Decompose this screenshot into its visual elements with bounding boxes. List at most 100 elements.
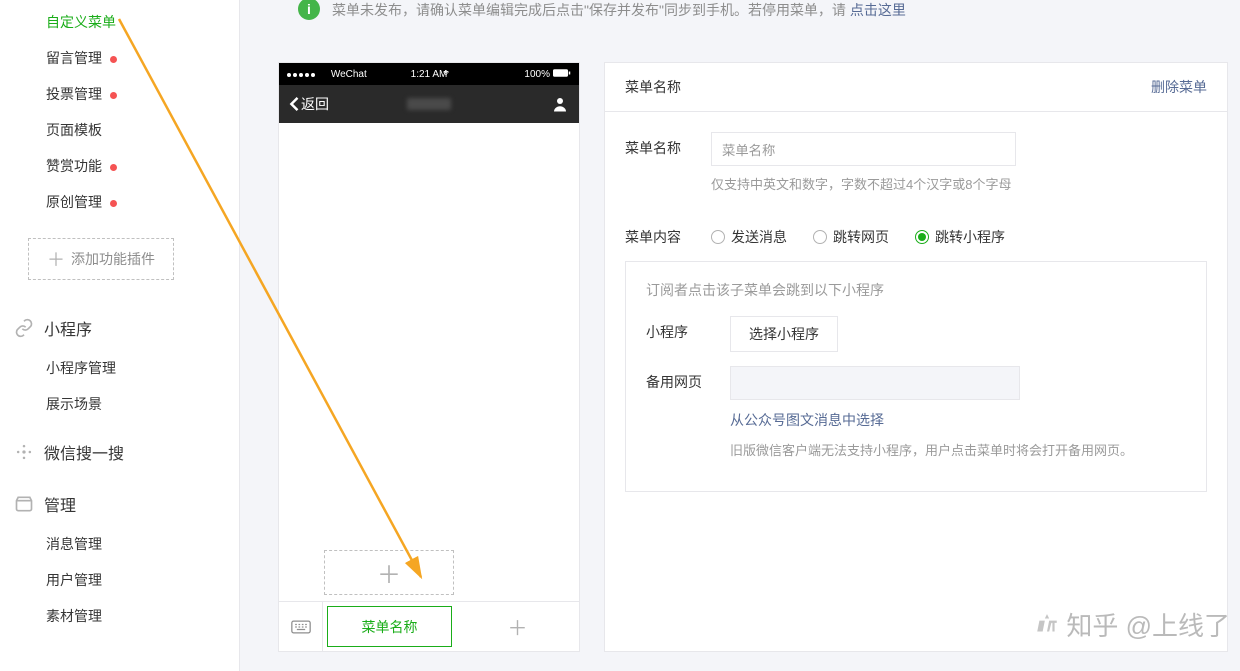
- radio-label: 跳转小程序: [935, 227, 1005, 247]
- radio-label: 发送消息: [731, 227, 787, 247]
- backup-url-input[interactable]: [730, 366, 1020, 400]
- sidebar-item-label: 消息管理: [46, 536, 102, 552]
- sidebar-item-mp-mgmt[interactable]: 小程序管理: [0, 350, 239, 386]
- sidebar-item-original[interactable]: 原创管理: [0, 184, 239, 220]
- menu-name-hint: 仅支持中英文和数字，字数不超过4个汉字或8个字母: [711, 174, 1207, 193]
- phone-preview: WeChat 1:21 AM 100% 返回: [278, 62, 580, 652]
- radio-send-message[interactable]: 发送消息: [711, 227, 787, 247]
- battery-label: 100%: [524, 69, 550, 80]
- keyboard-icon: [291, 619, 311, 635]
- back-label: 返回: [301, 94, 329, 114]
- profile-icon[interactable]: [551, 95, 569, 113]
- plus-icon: ＋: [47, 246, 65, 272]
- sidebar: 自定义菜单 留言管理 投票管理 页面模板 赞赏功能 原创管理 ＋ 添加功能插件 …: [0, 0, 240, 671]
- add-plugin-button[interactable]: ＋ 添加功能插件: [28, 238, 174, 280]
- panel-head: 菜单名称 删除菜单: [605, 63, 1227, 112]
- red-dot-icon: [110, 56, 117, 63]
- signal-icon: [287, 69, 317, 80]
- radio-label: 跳转网页: [833, 227, 889, 247]
- sidebar-item-label: 留言管理: [46, 50, 102, 66]
- radio-icon: [915, 230, 929, 244]
- menu-slot-1[interactable]: 菜单名称: [327, 606, 452, 647]
- choose-from-articles-link[interactable]: 从公众号图文消息中选择: [730, 410, 884, 430]
- red-dot-icon: [110, 200, 117, 207]
- time-label: 1:21 AM: [411, 69, 448, 80]
- row-choose-mp: 小程序 选择小程序: [646, 316, 1186, 352]
- sidebar-item-label: 页面模板: [46, 122, 102, 138]
- section-wesearch[interactable]: 微信搜一搜: [0, 422, 239, 474]
- old-client-note: 旧版微信客户端无法支持小程序，用户点击菜单时将会打开备用网页。: [730, 440, 1133, 459]
- info-icon: i: [298, 0, 320, 20]
- sidebar-item-label: 原创管理: [46, 194, 102, 210]
- radio-jump-web[interactable]: 跳转网页: [813, 227, 889, 247]
- delete-menu-button[interactable]: 删除菜单: [1151, 77, 1207, 97]
- sidebar-item-label: 用户管理: [46, 572, 102, 588]
- keyboard-toggle[interactable]: [279, 602, 323, 651]
- panel-title: 菜单名称: [625, 77, 681, 97]
- row-menu-name: 菜单名称 仅支持中英文和数字，字数不超过4个汉字或8个字母: [625, 132, 1207, 193]
- sidebar-item-reward[interactable]: 赞赏功能: [0, 148, 239, 184]
- sidebar-item-label: 投票管理: [46, 86, 102, 102]
- phone-menubar: 菜单名称 ＋: [279, 601, 579, 651]
- menu-slot-label: 菜单名称: [362, 617, 418, 637]
- row-backup-url: 备用网页 从公众号图文消息中选择 旧版微信客户端无法支持小程序，用户点击菜单时将…: [646, 366, 1186, 459]
- phone-title-blur: [407, 98, 451, 110]
- mp-desc: 订阅者点击该子菜单会跳到以下小程序: [646, 280, 1186, 300]
- back-button[interactable]: 返回: [289, 94, 329, 114]
- sidebar-item-message-mgmt[interactable]: 留言管理: [0, 40, 239, 76]
- main-area: i 菜单未发布，请确认菜单编辑完成后点击"保存并发布"同步到手机。若停用菜单，请…: [240, 0, 1240, 671]
- sidebar-item-user-mgmt[interactable]: 用户管理: [0, 562, 239, 598]
- radio-icon: [711, 230, 725, 244]
- sidebar-item-material-mgmt[interactable]: 素材管理: [0, 598, 239, 634]
- sidebar-item-label: 赞赏功能: [46, 158, 102, 174]
- section-title: 小程序: [44, 316, 92, 340]
- add-submenu-button[interactable]: ＋: [324, 550, 454, 595]
- config-panel: 菜单名称 删除菜单 菜单名称 仅支持中英文和数字，字数不超过4个汉字或8个字母 …: [604, 62, 1228, 652]
- link-icon: [14, 318, 34, 338]
- workspace: WeChat 1:21 AM 100% 返回: [278, 62, 1240, 652]
- sidebar-item-label: 素材管理: [46, 608, 102, 624]
- radio-jump-miniprogram[interactable]: 跳转小程序: [915, 227, 1005, 247]
- sidebar-item-vote-mgmt[interactable]: 投票管理: [0, 76, 239, 112]
- panel-body: 菜单名称 仅支持中英文和数字，字数不超过4个汉字或8个字母 菜单内容 发送消息: [605, 112, 1227, 522]
- inbox-icon: [14, 494, 34, 514]
- plus-icon: ＋: [377, 555, 401, 590]
- radio-icon: [813, 230, 827, 244]
- phone-statusbar: WeChat 1:21 AM 100%: [279, 63, 579, 85]
- sidebar-item-label: 展示场景: [46, 396, 102, 412]
- chevron-left-icon: [289, 97, 299, 111]
- sidebar-item-label: 小程序管理: [46, 360, 116, 376]
- sidebar-item-msg-mgmt[interactable]: 消息管理: [0, 526, 239, 562]
- phone-body: [279, 123, 579, 601]
- sidebar-item-mp-scene[interactable]: 展示场景: [0, 386, 239, 422]
- sparkle-icon: [14, 442, 34, 462]
- battery-icon: [553, 69, 571, 80]
- section-manage[interactable]: 管理: [0, 474, 239, 526]
- carrier-label: WeChat: [331, 69, 367, 80]
- choose-miniprogram-button[interactable]: 选择小程序: [730, 316, 838, 352]
- notice-bar: i 菜单未发布，请确认菜单编辑完成后点击"保存并发布"同步到手机。若停用菜单，请…: [278, 0, 1240, 32]
- sidebar-item-label: 自定义菜单: [46, 14, 116, 30]
- notice-text: 菜单未发布，请确认菜单编辑完成后点击"保存并发布"同步到手机。若停用菜单，请 点…: [332, 0, 906, 20]
- notice-prefix: 菜单未发布，请确认菜单编辑完成后点击"保存并发布"同步到手机。若停用菜单，请: [332, 2, 846, 18]
- row-menu-content: 菜单内容 发送消息 跳转网页: [625, 221, 1207, 247]
- notice-link[interactable]: 点击这里: [850, 2, 906, 18]
- menu-slot-add[interactable]: ＋: [456, 602, 579, 651]
- plus-icon: ＋: [508, 612, 528, 641]
- add-plugin-label: 添加功能插件: [71, 249, 155, 269]
- miniprogram-config-box: 订阅者点击该子菜单会跳到以下小程序 小程序 选择小程序 备用网页 从公众号图文消…: [625, 261, 1207, 492]
- phone-navbar: 返回: [279, 85, 579, 123]
- section-title: 微信搜一搜: [44, 440, 124, 464]
- backup-label: 备用网页: [646, 366, 730, 392]
- mp-label: 小程序: [646, 316, 730, 342]
- menu-name-input[interactable]: [711, 132, 1016, 166]
- red-dot-icon: [110, 164, 117, 171]
- sidebar-item-page-template[interactable]: 页面模板: [0, 112, 239, 148]
- section-miniprogram[interactable]: 小程序: [0, 298, 239, 350]
- red-dot-icon: [110, 92, 117, 99]
- menu-name-label: 菜单名称: [625, 132, 711, 158]
- sidebar-item-custom-menu[interactable]: 自定义菜单: [0, 4, 239, 40]
- content-radios: 发送消息 跳转网页 跳转小程序: [711, 221, 1207, 247]
- section-title: 管理: [44, 492, 76, 516]
- menu-content-label: 菜单内容: [625, 221, 711, 247]
